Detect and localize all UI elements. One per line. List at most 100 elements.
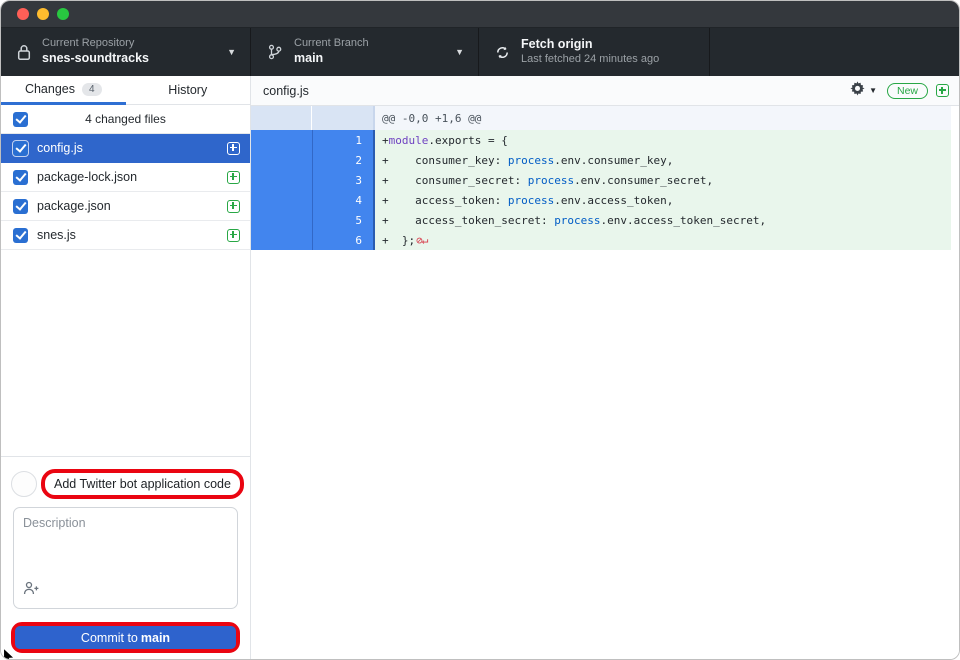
- added-status-icon: [227, 229, 240, 242]
- old-line-gutter: [251, 230, 313, 250]
- hunk-header-text: @@ -0,0 +1,6 @@: [375, 106, 951, 130]
- sidebar: Changes 4 History 4 changed files config…: [1, 76, 251, 660]
- line-gutter[interactable]: 6: [251, 230, 375, 250]
- commit-button-highlight-annotation: Commit to main: [11, 622, 240, 653]
- diff-line[interactable]: 1 +module.exports = {: [251, 130, 951, 150]
- file-row-snes-js[interactable]: snes.js: [1, 221, 250, 250]
- code-segment: +: [382, 134, 389, 147]
- fetch-origin-button[interactable]: Fetch origin Last fetched 24 minutes ago: [479, 28, 710, 76]
- gear-icon: [850, 81, 865, 101]
- include-all-checkbox[interactable]: [13, 112, 28, 127]
- added-status-icon: [227, 200, 240, 213]
- hunk-gutter: [251, 106, 375, 130]
- old-line-gutter: [251, 190, 313, 210]
- code-segment: + access_token_secret:: [382, 214, 554, 227]
- minimize-window-button[interactable]: [37, 8, 49, 20]
- new-status-badge: New: [887, 83, 928, 99]
- commit-summary-input[interactable]: Add Twitter bot application code: [45, 477, 240, 491]
- diff-view[interactable]: @@ -0,0 +1,6 @@ 1 +module.exports = { 2 …: [251, 106, 951, 250]
- tab-changes[interactable]: Changes 4: [1, 76, 126, 105]
- description-placeholder: Description: [23, 516, 228, 530]
- code-keyword: module: [389, 134, 429, 147]
- code-line: + access_token_secret: process.env.acces…: [375, 210, 951, 230]
- line-number: 5: [313, 210, 373, 230]
- diff-line[interactable]: 3 + consumer_secret: process.env.consume…: [251, 170, 951, 190]
- commit-button-prefix: Commit to: [81, 631, 138, 645]
- code-identifier: process: [508, 194, 554, 207]
- code-identifier: process: [554, 214, 600, 227]
- old-line-gutter: [251, 106, 312, 130]
- changed-files-summary: 4 changed files: [85, 112, 166, 126]
- chevron-down-icon: ▼: [455, 47, 464, 57]
- line-number: 1: [313, 130, 373, 150]
- new-line-gutter: [312, 106, 373, 130]
- file-name: snes.js: [37, 228, 227, 242]
- all-files-row: 4 changed files: [1, 105, 250, 134]
- fetch-title: Fetch origin: [521, 37, 659, 53]
- commit-description-input[interactable]: Description: [13, 507, 238, 609]
- code-line: + consumer_secret: process.env.consumer_…: [375, 170, 951, 190]
- code-line: +module.exports = {: [375, 130, 951, 150]
- line-gutter[interactable]: 5: [251, 210, 375, 230]
- close-window-button[interactable]: [17, 8, 29, 20]
- file-name: package-lock.json: [37, 170, 227, 184]
- code-segment: .exports = {: [428, 134, 507, 147]
- file-checkbox[interactable]: [13, 199, 28, 214]
- code-line: + access_token: process.env.access_token…: [375, 190, 951, 210]
- line-gutter[interactable]: 2: [251, 150, 375, 170]
- current-branch-button[interactable]: Current Branch main ▼: [251, 28, 479, 76]
- diff-line[interactable]: 4 + access_token: process.env.access_tok…: [251, 190, 951, 210]
- line-gutter[interactable]: 1: [251, 130, 375, 150]
- file-row-config-js[interactable]: config.js: [1, 134, 250, 163]
- diff-header: config.js ▼ New: [251, 76, 959, 106]
- code-segment: + consumer_key:: [382, 154, 508, 167]
- diff-file-name: config.js: [263, 84, 850, 98]
- added-status-icon: [227, 142, 240, 155]
- github-desktop-window: Current Repository snes-soundtracks ▼ Cu…: [0, 0, 960, 660]
- old-line-gutter: [251, 210, 313, 230]
- file-name: package.json: [37, 199, 227, 213]
- code-identifier: process: [508, 154, 554, 167]
- person-plus-icon[interactable]: [23, 581, 40, 600]
- code-line: + consumer_key: process.env.consumer_key…: [375, 150, 951, 170]
- toolbar: Current Repository snes-soundtracks ▼ Cu…: [1, 28, 959, 76]
- added-status-icon: [227, 171, 240, 184]
- hunk-header-row: @@ -0,0 +1,6 @@: [251, 106, 951, 130]
- file-row-package-json[interactable]: package.json: [1, 192, 250, 221]
- file-checkbox[interactable]: [13, 228, 28, 243]
- line-gutter[interactable]: 4: [251, 190, 375, 210]
- line-number: 2: [313, 150, 373, 170]
- changes-count-badge: 4: [82, 83, 102, 96]
- sidebar-tabs: Changes 4 History: [1, 76, 250, 105]
- code-segment: .env.access_token,: [554, 194, 673, 207]
- old-line-gutter: [251, 170, 313, 190]
- tab-history-label: History: [168, 83, 207, 97]
- commit-area: Add Twitter bot application code Descrip…: [1, 456, 250, 660]
- current-repository-button[interactable]: Current Repository snes-soundtracks ▼: [1, 28, 251, 76]
- repository-label: Current Repository: [42, 37, 149, 51]
- code-segment: + consumer_secret:: [382, 174, 528, 187]
- file-row-package-lock-json[interactable]: package-lock.json: [1, 163, 250, 192]
- repository-text: Current Repository snes-soundtracks: [42, 37, 149, 66]
- file-checkbox[interactable]: [13, 170, 28, 185]
- line-number: 6: [313, 230, 373, 250]
- repository-name: snes-soundtracks: [42, 51, 149, 67]
- tab-changes-label: Changes: [25, 82, 75, 96]
- zoom-window-button[interactable]: [57, 8, 69, 20]
- sidebar-spacer: [1, 250, 250, 456]
- line-number: 3: [313, 170, 373, 190]
- file-checkbox[interactable]: [13, 141, 28, 156]
- chevron-down-icon: ▼: [227, 47, 236, 57]
- no-newline-icon: ⊘↵: [416, 234, 427, 247]
- line-gutter[interactable]: 3: [251, 170, 375, 190]
- diff-options-button[interactable]: ▼: [850, 81, 877, 101]
- tab-history[interactable]: History: [126, 76, 251, 105]
- branch-label: Current Branch: [294, 37, 369, 51]
- old-line-gutter: [251, 150, 313, 170]
- fetch-text: Fetch origin Last fetched 24 minutes ago: [521, 37, 659, 66]
- commit-button[interactable]: Commit to main: [15, 626, 236, 649]
- diff-line[interactable]: 6 + };⊘↵: [251, 230, 951, 250]
- branch-name: main: [294, 51, 369, 67]
- diff-line[interactable]: 2 + consumer_key: process.env.consumer_k…: [251, 150, 951, 170]
- diff-line[interactable]: 5 + access_token_secret: process.env.acc…: [251, 210, 951, 230]
